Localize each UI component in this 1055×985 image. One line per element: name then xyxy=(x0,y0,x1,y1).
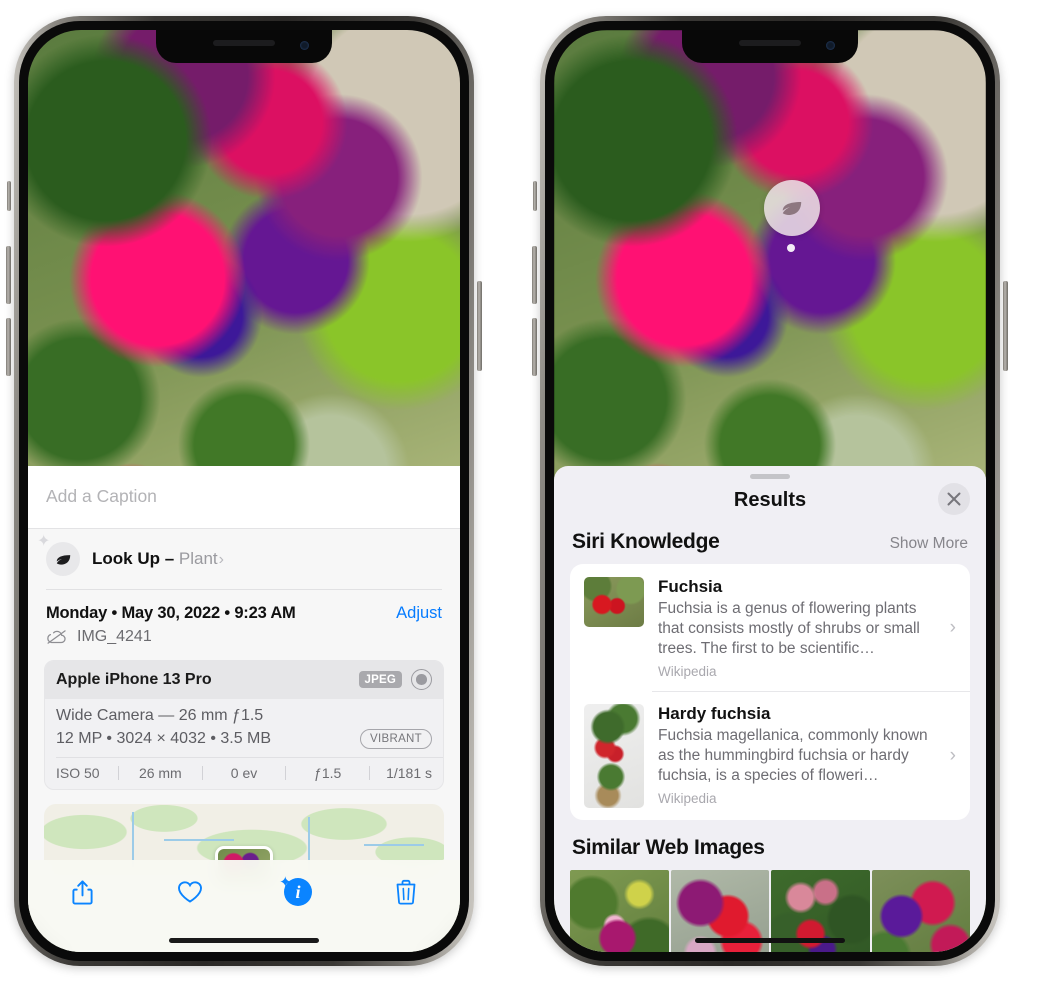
volume-up-button[interactable] xyxy=(532,246,537,304)
visual-lookup-badge[interactable] xyxy=(764,180,820,236)
size-line: 12 MP • 3024 × 4032 • 3.5 MB xyxy=(56,730,272,747)
map-river xyxy=(364,844,424,846)
look-up-row[interactable]: ✦ Look Up – Plant› xyxy=(28,529,460,590)
home-indicator[interactable] xyxy=(169,938,319,943)
file-row: IMG_4241 xyxy=(28,624,460,658)
file-name: IMG_4241 xyxy=(77,628,152,645)
exif-shutter: 1/181 s xyxy=(386,765,433,781)
siri-knowledge-card: Fuchsia Fuchsia is a genus of flowering … xyxy=(570,564,970,820)
look-up-label: Look Up – xyxy=(92,549,179,568)
show-more-button[interactable]: Show More xyxy=(890,535,968,553)
screenshot-stage: Add a Caption ✦ Look Up – Plant› Monday … xyxy=(0,0,1055,985)
mute-switch[interactable] xyxy=(533,181,537,211)
siri-knowledge-title: Siri Knowledge xyxy=(572,530,720,553)
chevron-right-icon: › xyxy=(949,744,956,766)
iphone-right-screen: Results Siri Knowledge Show More Fuchsia… xyxy=(554,30,986,952)
notch xyxy=(682,30,858,63)
siri-knowledge-header: Siri Knowledge Show More xyxy=(554,526,986,564)
volume-up-button[interactable] xyxy=(6,246,11,304)
hdr-ring-icon xyxy=(411,669,432,690)
quality-pill: VIBRANT xyxy=(360,729,432,749)
leaf-badge: ✦ xyxy=(37,534,80,576)
iphone-left-bezel: Add a Caption ✦ Look Up – Plant› Monday … xyxy=(19,21,469,961)
similar-web-images-header: Similar Web Images xyxy=(554,820,986,868)
knowledge-text: Hardy fuchsia Fuchsia magellanica, commo… xyxy=(658,704,932,808)
exif-aperture: ƒ1.5 xyxy=(314,765,342,781)
look-up-subject: Plant xyxy=(178,549,218,568)
volume-down-button[interactable] xyxy=(532,318,537,376)
exif-focal: 26 mm xyxy=(138,765,182,781)
exif-ev: 0 ev xyxy=(230,765,258,781)
delete-button[interactable] xyxy=(383,872,429,912)
power-button[interactable] xyxy=(1003,281,1008,371)
knowledge-title: Fuchsia xyxy=(658,577,723,596)
trash-icon xyxy=(396,879,416,905)
knowledge-row[interactable]: Hardy fuchsia Fuchsia magellanica, commo… xyxy=(570,690,970,820)
sparkles-icon: ✦ xyxy=(279,874,292,891)
front-camera-icon xyxy=(826,41,835,50)
cloud-slash-icon xyxy=(47,630,66,644)
results-sheet: Results Siri Knowledge Show More Fuchsia… xyxy=(554,466,986,952)
volume-down-button[interactable] xyxy=(6,318,11,376)
earpiece-speaker xyxy=(213,40,275,46)
heart-icon xyxy=(178,881,202,903)
look-up-text: Look Up – Plant› xyxy=(92,549,224,569)
leaf-icon xyxy=(782,202,802,216)
home-indicator[interactable] xyxy=(695,938,845,943)
info-button[interactable]: ✦ i xyxy=(275,872,321,912)
mute-switch[interactable] xyxy=(7,181,11,211)
iphone-left-frame: Add a Caption ✦ Look Up – Plant› Monday … xyxy=(6,16,482,966)
share-button[interactable] xyxy=(59,872,105,912)
knowledge-row[interactable]: Fuchsia Fuchsia is a genus of flowering … xyxy=(570,564,970,691)
earpiece-speaker xyxy=(739,40,801,46)
size-line-row: 12 MP • 3024 × 4032 • 3.5 MB VIBRANT xyxy=(56,729,432,749)
camera-model: Apple iPhone 13 Pro xyxy=(56,670,212,688)
camera-header-right: JPEG xyxy=(358,669,432,690)
similar-web-images-title: Similar Web Images xyxy=(572,835,765,859)
photo-date: Monday • May 30, 2022 • 9:23 AM xyxy=(46,604,296,622)
knowledge-description: Fuchsia is a genus of flowering plants t… xyxy=(658,600,920,657)
close-icon xyxy=(947,492,961,506)
sparkles-icon: ✦ xyxy=(37,533,51,550)
map-river xyxy=(164,839,234,842)
front-camera-icon xyxy=(300,41,309,50)
visual-lookup-anchor-dot xyxy=(787,244,795,252)
web-image-thumbnail[interactable] xyxy=(570,869,669,952)
camera-info-card: Apple iPhone 13 Pro JPEG Wide Camera — 2… xyxy=(44,660,444,790)
iphone-right-bezel: Results Siri Knowledge Show More Fuchsia… xyxy=(545,21,995,961)
share-icon xyxy=(71,880,93,904)
web-image-thumbnail[interactable] xyxy=(871,869,970,952)
results-title: Results xyxy=(733,489,807,511)
camera-card-body: Wide Camera — 26 mm ƒ1.5 12 MP • 3024 × … xyxy=(45,699,443,758)
camera-card-header: Apple iPhone 13 Pro JPEG xyxy=(45,661,443,699)
caption-row[interactable]: Add a Caption xyxy=(28,466,460,529)
power-button[interactable] xyxy=(477,281,482,371)
favorite-button[interactable] xyxy=(167,872,213,912)
iphone-right-frame: Results Siri Knowledge Show More Fuchsia… xyxy=(532,16,1008,966)
date-row: Monday • May 30, 2022 • 9:23 AM Adjust xyxy=(28,590,460,624)
notch xyxy=(156,30,332,63)
chevron-right-icon: › xyxy=(949,616,956,638)
knowledge-source: Wikipedia xyxy=(658,790,717,806)
lens-line: Wide Camera — 26 mm ƒ1.5 xyxy=(56,707,264,724)
results-header: Results xyxy=(554,479,986,526)
leaf-icon xyxy=(56,554,70,565)
exif-row: ISO 50 26 mm 0 ev ƒ1.5 1/181 s xyxy=(45,758,443,789)
knowledge-title: Hardy fuchsia xyxy=(658,703,771,723)
format-badge: JPEG xyxy=(358,671,402,688)
exif-iso: ISO 50 xyxy=(56,765,100,781)
knowledge-text: Fuchsia Fuchsia is a genus of flowering … xyxy=(658,577,932,679)
map-river xyxy=(132,812,134,867)
close-button[interactable] xyxy=(938,483,970,515)
knowledge-thumbnail xyxy=(584,703,644,808)
iphone-left-screen: Add a Caption ✦ Look Up – Plant› Monday … xyxy=(28,30,460,952)
chevron-right-icon: › xyxy=(218,551,224,568)
knowledge-thumbnail xyxy=(584,577,644,627)
adjust-button[interactable]: Adjust xyxy=(396,604,442,623)
caption-input[interactable]: Add a Caption xyxy=(46,486,442,507)
knowledge-description: Fuchsia magellanica, commonly known as t… xyxy=(658,726,928,784)
knowledge-source: Wikipedia xyxy=(658,663,717,679)
